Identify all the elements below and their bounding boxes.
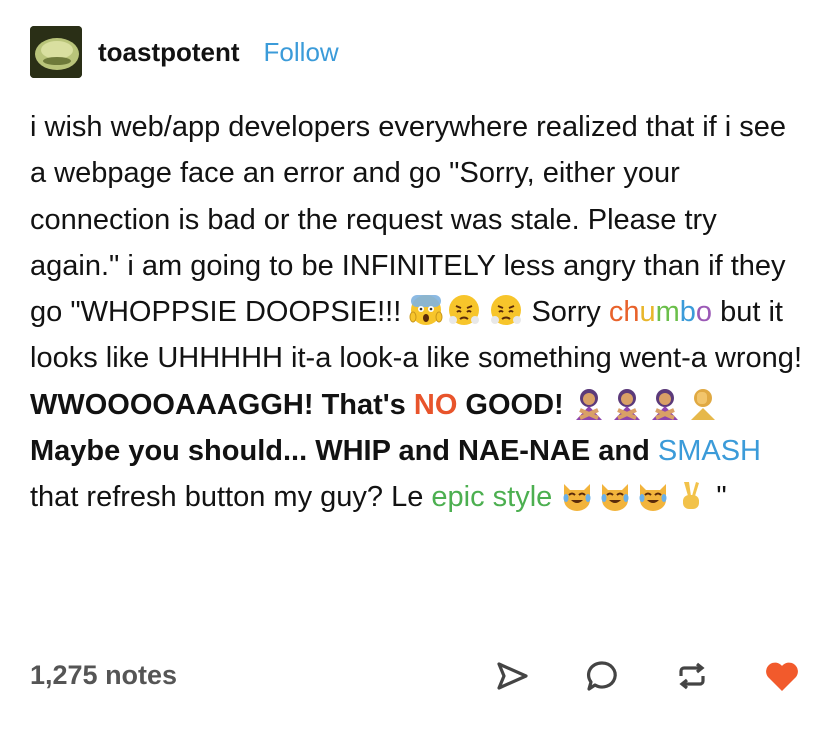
reblog-button[interactable] [672,656,712,696]
shocked-face-icon [409,295,443,326]
chumbo-letter: m [655,296,680,329]
notes-count[interactable]: 1,275 notes [30,660,177,691]
post-text-segment: " [708,481,727,514]
share-button[interactable] [492,656,532,696]
epic-style-text: epic style [431,481,553,514]
crying-laughing-cat-icon [601,484,629,512]
steaming-face-icon [491,295,522,326]
emoji-group [409,293,481,327]
chumbo-letter: o [695,296,713,329]
facepalm-icon [690,388,715,420]
smash-word: SMASH [657,435,761,468]
username[interactable]: toastpotent [98,37,240,68]
no-word: NO [413,388,458,421]
crossed-arms-woman-icon [575,388,602,420]
like-icon [766,662,798,691]
crossed-arms-woman-icon [613,388,640,420]
chumbo-letter: h [623,296,640,329]
post-text-segment: Maybe you should... WHIP and NAE-NAE and [30,435,658,468]
post-text-segment: that refresh button my guy? Le [30,481,432,514]
share-icon [497,662,528,690]
chumbo-word: chumbo [609,296,712,328]
post-actions [492,656,802,696]
emoji-group [572,386,720,420]
reblog-icon [679,662,705,690]
emoji-group [560,478,708,512]
victory-hand-icon [683,482,700,510]
crying-laughing-cat-icon [563,484,591,512]
like-button[interactable] [762,656,802,696]
avatar[interactable] [30,26,82,78]
post-text-segment: Sorry [523,296,609,329]
follow-button[interactable]: Follow [264,37,339,68]
avatar-image [30,26,82,78]
post-text-segment: GOOD! [457,388,572,421]
post-header: toastpotent Follow [30,24,339,80]
steaming-face-icon [449,295,480,326]
chumbo-letter: u [639,296,656,329]
post-text-segment: WWOOOOAAAGGH! That's [30,388,414,421]
chumbo-letter: c [608,296,624,329]
crying-laughing-cat-icon [639,484,667,512]
crossed-arms-woman-icon [651,388,678,420]
reply-button[interactable] [582,656,622,696]
chumbo-letter: b [679,296,696,329]
reply-icon [586,661,617,691]
post-body: i wish web/app developers everywhere rea… [30,104,810,521]
